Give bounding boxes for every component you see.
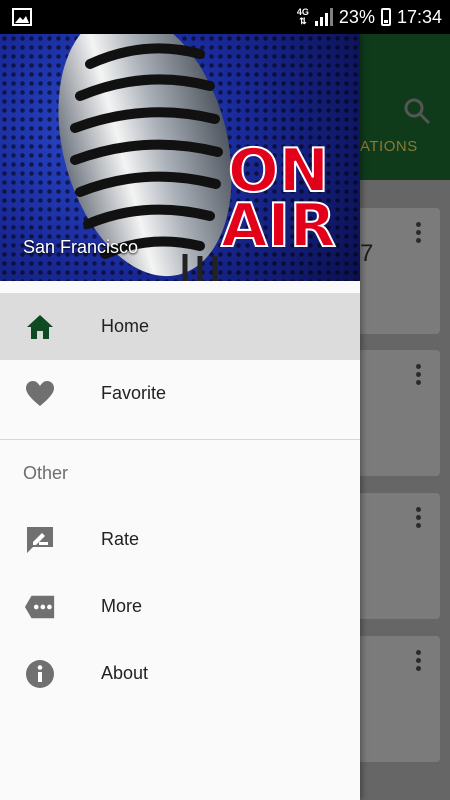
- image-notification-icon: [12, 8, 32, 26]
- menu-item-home[interactable]: Home: [0, 293, 360, 360]
- status-bar: 4G ⇅ 23% 17:34: [0, 0, 450, 34]
- clock: 17:34: [396, 6, 442, 27]
- heart-icon: [24, 378, 56, 410]
- network-label: 4G: [296, 7, 309, 17]
- menu-item-label: Home: [101, 316, 150, 336]
- tab-stations[interactable]: ATIONS: [360, 138, 418, 155]
- menu-item-label: About: [101, 663, 149, 683]
- section-header-other: Other: [23, 462, 69, 483]
- battery-percentage: 23%: [338, 6, 375, 27]
- menu-item-rate[interactable]: Rate: [0, 506, 360, 573]
- menu-item-favorite[interactable]: Favorite: [0, 360, 360, 427]
- card-partial-text: 7: [360, 240, 374, 267]
- drawer-header: ON AIR San Francisco: [0, 34, 360, 281]
- search-icon[interactable]: [402, 96, 432, 126]
- drawer-menu: Home Favorite Other Rate More About: [0, 293, 360, 707]
- signal-strength-icon: [314, 8, 333, 26]
- overflow-menu-icon[interactable]: [416, 650, 422, 674]
- overflow-menu-icon[interactable]: [416, 364, 422, 388]
- rate-icon: [24, 524, 56, 556]
- navigation-drawer: ON AIR San Francisco Home Favorite Other…: [0, 34, 360, 800]
- overflow-menu-icon[interactable]: [416, 222, 422, 246]
- battery-icon: [380, 8, 391, 26]
- menu-item-label: Rate: [101, 529, 140, 549]
- menu-item-more[interactable]: More: [0, 573, 360, 640]
- header-city: San Francisco: [23, 237, 139, 257]
- info-icon: [24, 658, 56, 690]
- home-icon: [24, 311, 56, 343]
- overflow-menu-icon[interactable]: [416, 507, 422, 531]
- more-icon: [24, 591, 56, 623]
- on-air-line2: AIR: [220, 191, 337, 262]
- on-air-logo: ON AIR: [220, 140, 337, 262]
- menu-item-label: Favorite: [101, 383, 167, 403]
- menu-item-about[interactable]: About: [0, 640, 360, 707]
- menu-item-label: More: [101, 596, 143, 616]
- network-type-icon: 4G ⇅: [296, 7, 309, 26]
